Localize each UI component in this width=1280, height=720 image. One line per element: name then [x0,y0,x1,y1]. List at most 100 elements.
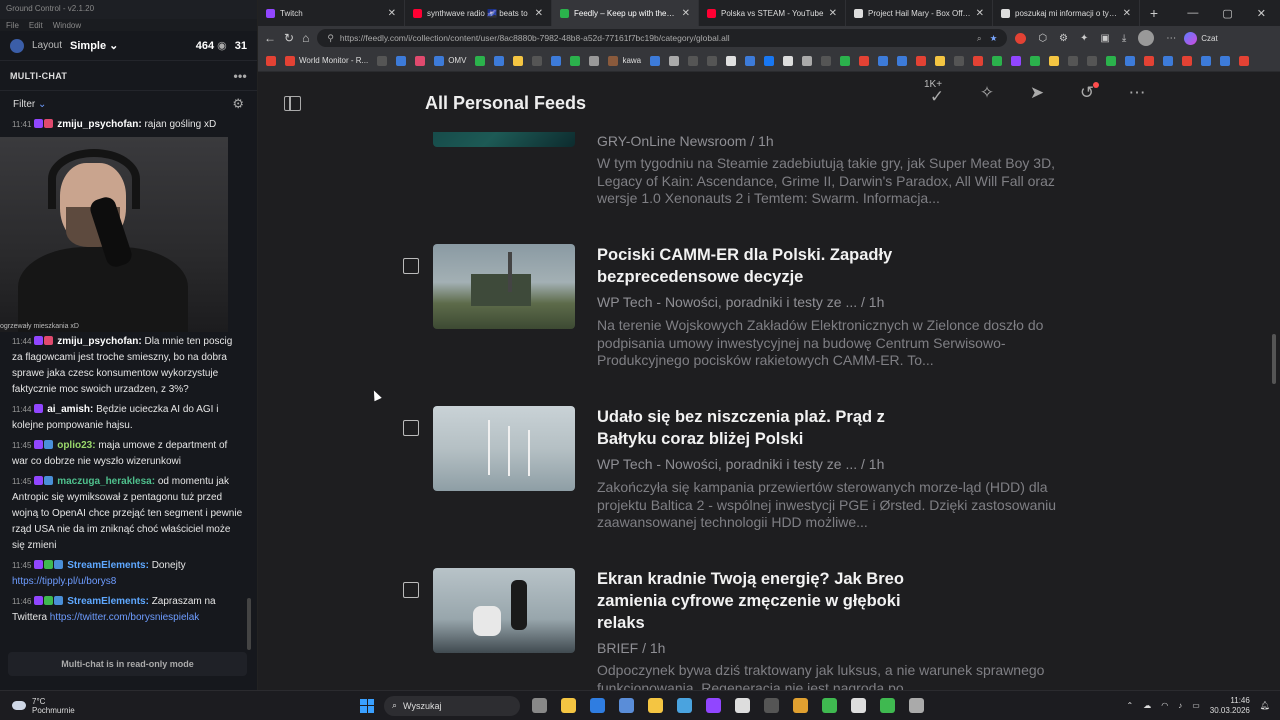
bookmark-icon[interactable] [1087,55,1098,66]
bookmark-icon[interactable] [532,55,543,66]
bookmark-icon[interactable] [650,55,661,66]
taskbar-app-icon[interactable] [677,698,692,713]
gc-menu-edit[interactable]: Edit [29,21,43,30]
bookmark-icon[interactable] [878,55,889,66]
copilot-chat-button[interactable]: Czat [1184,31,1218,45]
article-source[interactable]: WP Tech - Nowości, poradniki i testy ze … [597,456,884,472]
bookmark-icon[interactable] [916,55,927,66]
bookmark-icon[interactable] [783,55,794,66]
bookmark-icon[interactable] [897,55,908,66]
chat-username[interactable]: zmiju_psychofan: [57,336,141,347]
browser-tab[interactable]: Polska vs STEAM - YouTube ✕ [699,0,846,26]
bookmark-icon[interactable] [415,55,426,66]
bookmark-icon[interactable] [513,55,524,66]
reload-icon[interactable]: ↻ [284,31,294,45]
bookmark-icon[interactable] [589,55,600,66]
article-source[interactable]: WP Tech - Nowości, poradniki i testy ze … [597,294,884,310]
bookmark-icon[interactable] [494,55,505,66]
extension-icon[interactable]: ⚙ [1059,33,1068,44]
bookmark-icon[interactable] [840,55,851,66]
bookmark-icon[interactable] [726,55,737,66]
collections-icon[interactable]: ▣ [1100,33,1109,44]
bookmark-icon[interactable] [1125,55,1136,66]
close-tab-icon[interactable]: ✕ [976,8,984,19]
taskbar-app-icon[interactable] [909,698,924,713]
article-source[interactable]: GRY-OnLine Newsroom / 1h [597,133,774,149]
chevron-up-icon[interactable]: ⌃ [1127,701,1134,710]
browser-tab[interactable]: synthwave radio 🌌 beats to ✕ [405,0,552,26]
gc-menu-file[interactable]: File [6,21,19,30]
ai-sparkle-button[interactable]: ✧ [976,82,998,104]
taskbar-search[interactable]: ⌕ Wyszukaj [384,695,520,716]
browser-tab[interactable]: Twitch ✕ [258,0,405,26]
address-bar[interactable]: ⚲ https://feedly.com/i/collection/conten… [317,29,1008,47]
bookmark-icon[interactable] [707,55,718,66]
bookmark-item[interactable]: World Monitor - R... [285,55,368,66]
bookmark-icon[interactable] [992,55,1003,66]
network-icon[interactable]: ◠ [1161,701,1168,710]
site-info-icon[interactable]: ⚲ [327,33,334,44]
taskbar-app-icon[interactable] [851,698,866,713]
article-title[interactable]: Pociski CAMM-ER dla Polski. Zapadły bezp… [597,244,927,288]
extension-icon[interactable] [1015,32,1027,44]
bookmark-icon[interactable] [935,55,946,66]
notification-bell-icon[interactable]: 🔔︎ [1260,701,1270,710]
share-button[interactable]: ➤ [1026,82,1048,104]
article-thumbnail[interactable] [433,244,575,329]
bookmark-icon[interactable] [973,55,984,66]
browser-tab[interactable]: poszukaj mi informacji o tym ze o ✕ [993,0,1140,26]
bookmark-icon[interactable] [396,55,407,66]
taskbar-app-icon[interactable] [880,698,895,713]
taskbar-app-icon[interactable] [590,698,605,713]
filter-dropdown[interactable]: Filter ⌄ [13,99,46,110]
close-tab-icon[interactable]: ✕ [535,8,543,19]
bookmark-icon[interactable] [1106,55,1117,66]
message-link[interactable]: https://tipply.pl/u/borys8 [12,576,116,587]
weather-widget[interactable]: 7°C Pochmurnie [0,697,360,715]
extension-icon[interactable]: ⤓ [1122,33,1126,44]
bookmark-icon[interactable] [551,55,562,66]
bookmark-icon[interactable] [1163,55,1174,66]
bookmark-star-icon[interactable]: ★ [990,33,998,44]
mark-as-read-button[interactable]: 1K+ ✓ [924,79,948,106]
message-link[interactable]: https://twitter.com/borysniespielak [50,612,200,623]
bookmark-icon[interactable] [1239,55,1250,66]
battery-icon[interactable]: ▭ [1192,701,1200,710]
bookmark-icon[interactable] [1220,55,1231,66]
bookmark-icon[interactable] [1182,55,1193,66]
article-summary[interactable]: Odpoczynek bywa dziś traktowany jak luks… [597,662,1062,690]
article-title[interactable]: Udało się bez niszczenia plaż. Prąd z Ba… [597,406,927,450]
article-source[interactable]: BRIEF / 1h [597,640,665,656]
taskbar-app-icon[interactable] [561,698,576,713]
feed-scrollbar[interactable] [1272,334,1276,384]
bookmark-icon[interactable] [1201,55,1212,66]
article-checkbox[interactable] [403,420,419,436]
volume-icon[interactable]: ♪ [1178,701,1182,710]
bookmark-item[interactable]: kawa [608,55,641,66]
taskbar-app-icon[interactable] [793,698,808,713]
clock[interactable]: 11:46 30.03.2026 [1210,696,1250,716]
taskbar-app-icon[interactable] [619,698,634,713]
bookmark-icon[interactable] [1049,55,1060,66]
bookmark-icon[interactable] [954,55,965,66]
taskbar-app-icon[interactable] [532,698,547,713]
bookmark-icon[interactable] [821,55,832,66]
back-icon[interactable]: ← [264,31,276,45]
browser-tab[interactable]: Feedly – Keep up with the topics ✕ [552,0,699,26]
article-checkbox[interactable] [403,582,419,598]
bookmark-icon[interactable] [1030,55,1041,66]
bookmark-icon[interactable] [745,55,756,66]
chat-username[interactable]: ai_amish: [47,404,93,415]
taskbar-app-icon[interactable] [648,698,663,713]
article-summary[interactable]: Zakończyła się kampania przewiertów ster… [597,479,1062,532]
taskbar-app-icon[interactable] [822,698,837,713]
bookmark-icon[interactable] [1068,55,1079,66]
more-icon[interactable]: ⋯ [1166,33,1176,44]
close-tab-icon[interactable]: ✕ [682,8,690,19]
taskbar-app-icon[interactable] [706,698,721,713]
bookmark-icon[interactable] [669,55,680,66]
gc-menu-window[interactable]: Window [53,21,81,30]
bookmark-icon[interactable] [475,55,486,66]
browser-tab[interactable]: Project Hail Mary - Box Office Mo ✕ [846,0,993,26]
article-checkbox[interactable] [403,258,419,274]
